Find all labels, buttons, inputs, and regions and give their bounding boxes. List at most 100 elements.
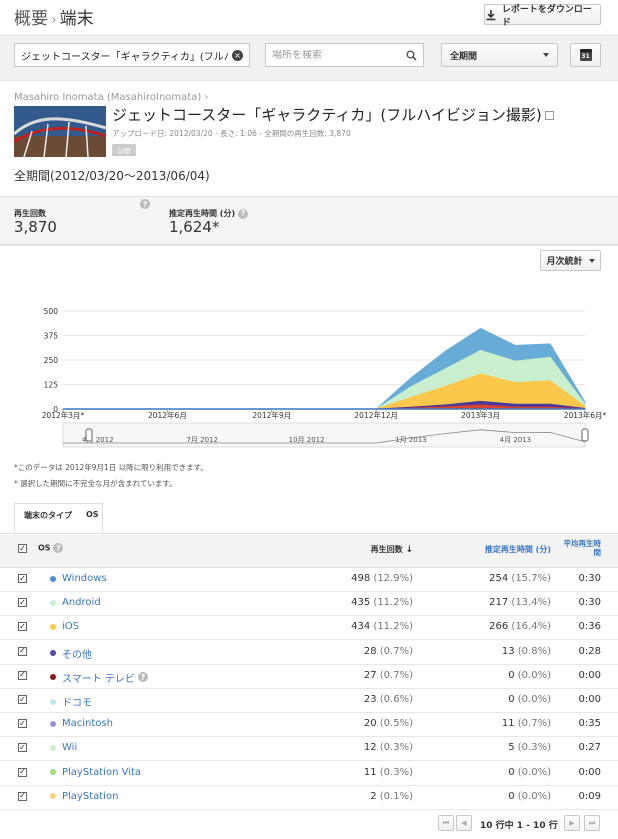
x-tick-label: 2012年6月 (148, 410, 187, 420)
os-name-link[interactable]: スマート テレビ? (50, 670, 148, 685)
x-tick-label: 2012年12月 (354, 410, 398, 420)
help-icon[interactable]: ? (140, 199, 150, 209)
calendar-icon: 31 (579, 49, 592, 61)
last-page-button[interactable]: ⏭ (584, 815, 600, 831)
avg-duration-cell: 0:28 (578, 645, 601, 657)
video-meta: アップロード日: 2012/03/20 - 長さ: 1:06 - 全期間の再生回… (112, 129, 351, 138)
next-page-button[interactable]: ▶ (564, 815, 580, 831)
location-search-input[interactable] (272, 49, 406, 61)
prev-page-button[interactable]: ◀ (456, 815, 472, 831)
calendar-button[interactable]: 31 (570, 43, 601, 67)
row-checkbox[interactable]: ✓ (18, 574, 27, 583)
first-page-button[interactable]: ⏮ (438, 815, 454, 831)
granularity-dropdown[interactable]: 月次統計 (540, 250, 601, 271)
os-name-link[interactable]: その他 (50, 646, 92, 661)
row-checkbox[interactable]: ✓ (18, 622, 27, 632)
navigator-label: 4月 2013 (500, 436, 532, 444)
row-checkbox[interactable]: ✓ (18, 695, 27, 704)
table-row: ✓ Macintosh 20 (0.5%) 11 (0.7%) 0:35 (0, 712, 618, 738)
table-row: ✓ PlayStation Vita 11 (0.3%) 0 (0.0%) 0:00 (0, 761, 618, 786)
clear-icon[interactable]: × (232, 49, 243, 61)
os-name-link[interactable]: Windows (50, 573, 107, 584)
y-tick-label: 125 (44, 381, 59, 390)
os-name-link[interactable]: ドコモ (50, 694, 92, 709)
search-icon[interactable] (406, 50, 417, 61)
row-checkbox[interactable]: ✓ (18, 743, 27, 753)
os-name-link[interactable]: PlayStation (50, 791, 118, 802)
views-cell: 23 (0.6%) (363, 694, 413, 705)
navigator-label: 1月 2013 (395, 436, 427, 444)
sort-desc-icon: ↓ (405, 545, 413, 555)
avg-duration-cell: 0:27 (578, 742, 601, 754)
views-cell: 434 (11.2%) (351, 621, 413, 633)
series-color-dot (50, 793, 56, 800)
column-header-avg-duration[interactable]: 平均再生時間 (563, 539, 602, 557)
series-color-dot (50, 575, 56, 582)
watch-time-cell: 0 (0.0%) (508, 694, 551, 705)
help-icon[interactable]: ? (137, 672, 148, 683)
row-checkbox[interactable]: ✓ (18, 767, 27, 777)
views-area-chart[interactable]: 5003752501250 2012年3月* 2012年6月 2012年9月 2012… (0, 290, 618, 460)
avg-duration-cell: 0:00 (578, 766, 601, 778)
os-name-link[interactable]: PlayStation Vita (50, 767, 141, 778)
watch-time-cell: 11 (0.7%) (501, 718, 551, 730)
navigator-label: 10月 2012 (289, 436, 325, 444)
os-name-link[interactable]: Android (50, 597, 101, 608)
row-checkbox[interactable]: ✓ (18, 646, 27, 656)
os-name-link[interactable]: Wii (50, 742, 77, 753)
x-tick-label: 2012年3月* (42, 410, 85, 420)
avg-duration-cell: 0:00 (578, 669, 601, 681)
video-title[interactable]: ジェットコースター「ギャラクティカ」(フルハイビジョン撮影) (112, 104, 554, 125)
video-thumbnail[interactable] (14, 106, 106, 157)
help-icon[interactable]: ? (237, 208, 248, 219)
help-icon[interactable]: ? (53, 543, 64, 553)
select-all-checkbox[interactable]: ✓ (18, 544, 27, 553)
views-cell: 435 (11.2%) (351, 597, 413, 609)
tab-device-type[interactable]: 端末のタイプ (24, 510, 72, 521)
chevron-down-icon (543, 53, 549, 57)
row-checkbox[interactable]: ✓ (18, 719, 27, 729)
pagination-label: 10 行中 1 - 10 行 (480, 821, 558, 831)
table-row: ✓ その他 28 (0.7%) 13 (0.8%) 0:28 (0, 640, 618, 665)
series-color-dot (50, 769, 56, 776)
period-dropdown[interactable]: 全期間 (441, 43, 558, 67)
table-row: ✓ スマート テレビ? 27 (0.7%) 0 (0.0%) 0:00 (0, 664, 618, 689)
watch-time-cell: 0 (0.0%) (508, 669, 551, 681)
column-header-watch-time[interactable]: 推定再生時間 (分) (460, 544, 551, 555)
granularity-label: 月次統計 (546, 257, 583, 267)
avg-duration-cell: 0:09 (578, 790, 601, 802)
chart-note-1: *このデータは 2012年9月1日 以降に限り利用できます。 (14, 463, 208, 472)
range-handle[interactable] (85, 428, 93, 442)
series-color-dot (50, 599, 56, 606)
navigator-label: 7月 2012 (186, 436, 218, 444)
series-color-dot (50, 698, 56, 705)
column-header-os[interactable]: OS ? (38, 543, 64, 553)
breadcrumb-parent[interactable]: 概要 (14, 9, 48, 29)
views-cell: 27 (0.7%) (363, 669, 413, 681)
os-name-link[interactable]: iOS (50, 621, 79, 632)
views-cell: 11 (0.3%) (363, 766, 413, 778)
avg-duration-cell: 0:00 (578, 694, 601, 705)
location-search-field[interactable] (265, 43, 424, 67)
x-tick-label: 2013年3月 (461, 410, 500, 420)
summary-stats (0, 196, 618, 246)
period-dropdown-label: 全期間 (450, 51, 478, 62)
video-search-input[interactable] (21, 49, 229, 61)
watch-time-cell: 254 (15.7%) (489, 573, 551, 584)
column-header-views[interactable]: 再生回数 ↓ (340, 544, 413, 555)
video-search-field[interactable]: × (14, 43, 250, 67)
chart-note-2: * 選択した期間に不完全な月が含まれています。 (14, 479, 177, 488)
row-checkbox[interactable]: ✓ (18, 791, 27, 801)
y-tick-label: 250 (44, 356, 59, 365)
row-checkbox[interactable]: ✓ (18, 598, 27, 608)
y-tick-label: 375 (44, 332, 59, 341)
download-report-button[interactable]: レポートをダウンロード (484, 4, 601, 28)
channel-name[interactable]: Masahiro Inomata (MasahiroInomata) › (14, 92, 208, 103)
tab-os[interactable]: OS (86, 510, 99, 519)
row-checkbox[interactable]: ✓ (18, 670, 27, 680)
os-name-link[interactable]: Macintosh (50, 718, 113, 729)
external-link-icon[interactable] (544, 111, 554, 120)
watch-time-cell: 0 (0.0%) (508, 790, 551, 802)
avg-duration-cell: 0:30 (578, 573, 601, 584)
range-handle[interactable] (581, 428, 589, 442)
